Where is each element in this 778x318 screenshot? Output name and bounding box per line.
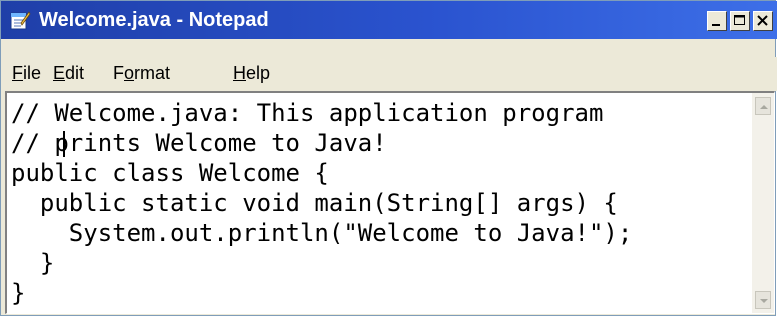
scroll-up-arrow-icon bbox=[760, 105, 768, 109]
scroll-down-arrow-icon bbox=[760, 299, 768, 303]
editor-text-area[interactable]: // Welcome.java: This application progra… bbox=[11, 97, 749, 311]
minimize-icon bbox=[712, 24, 720, 26]
maximize-button[interactable] bbox=[730, 11, 750, 31]
code-line: System.out.println("Welcome to Java!"); bbox=[11, 219, 633, 247]
notepad-window: Welcome.java - Notepad File Edit Format … bbox=[0, 0, 777, 316]
menu-format[interactable]: Format bbox=[113, 61, 170, 85]
code-line: } bbox=[11, 279, 26, 307]
menu-help[interactable]: Help bbox=[233, 61, 270, 85]
code-line: } bbox=[11, 249, 55, 277]
vertical-scrollbar[interactable] bbox=[752, 93, 774, 313]
code-line: // Welcome.java: This application progra… bbox=[11, 99, 604, 127]
scroll-up-button[interactable] bbox=[755, 97, 771, 115]
menu-file[interactable]: File bbox=[12, 61, 41, 85]
notepad-icon[interactable] bbox=[9, 9, 31, 31]
maximize-icon bbox=[734, 15, 745, 25]
close-button[interactable] bbox=[753, 11, 773, 31]
code-line: // prints Welcome to Java! bbox=[11, 129, 387, 157]
minimize-button[interactable] bbox=[707, 11, 727, 31]
title-bar[interactable]: Welcome.java - Notepad bbox=[1, 1, 777, 39]
menu-bar: File Edit Format Help bbox=[1, 57, 777, 91]
menu-edit[interactable]: Edit bbox=[53, 61, 84, 85]
code-line: public class Welcome { bbox=[11, 159, 329, 187]
code-line: public static void main(String[] args) { bbox=[11, 189, 618, 217]
close-icon bbox=[757, 15, 768, 26]
text-editor[interactable]: // Welcome.java: This application progra… bbox=[5, 91, 775, 314]
scroll-down-button[interactable] bbox=[755, 291, 771, 309]
window-title: Welcome.java - Notepad bbox=[39, 9, 269, 31]
text-caret bbox=[63, 131, 65, 157]
